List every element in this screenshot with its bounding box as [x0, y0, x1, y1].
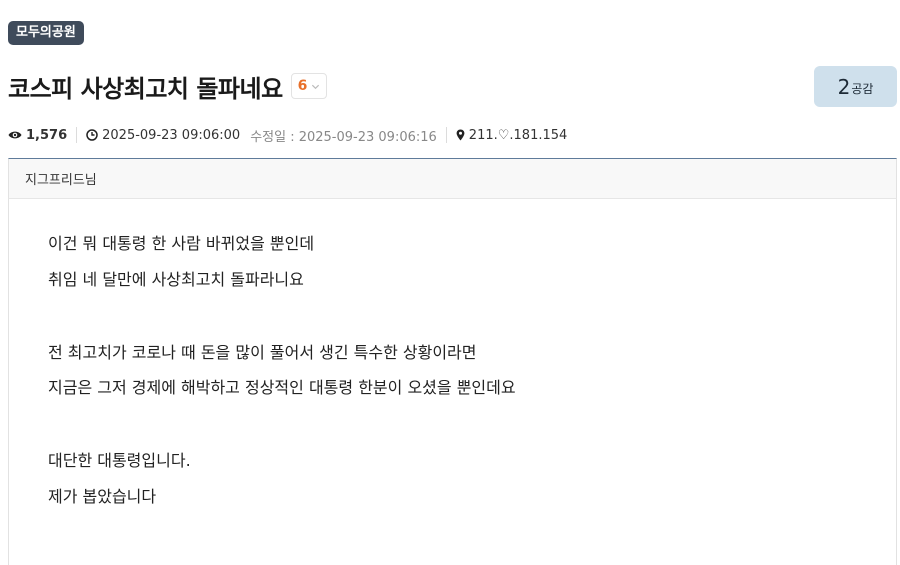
like-label: 공감: [851, 82, 874, 96]
post-line: 대단한 대통령입니다.: [48, 451, 191, 470]
post-line: 지금은 그저 경제에 해박하고 정상적인 대통령 한분이 오셨을 뿐인데요: [48, 378, 516, 397]
view-count: 1,576: [8, 128, 67, 143]
post-line: 취임 네 달만에 사상최고치 돌파라니요: [48, 270, 304, 289]
post-line: 이건 뭐 대통령 한 사람 바뀌었을 뿐인데: [48, 234, 315, 253]
post-line: 제가 봅았습니다: [48, 487, 157, 506]
meta-divider: [76, 127, 78, 143]
board-name-badge[interactable]: 모두의공원: [8, 21, 84, 45]
modified-date: 수정일 : 2025-09-23 09:06:16: [250, 129, 437, 145]
author-ip: 211.♡.181.154: [456, 127, 568, 143]
post-title-row: 코스피 사상최고치 돌파네요 6: [8, 66, 328, 106]
view-count-value: 1,576: [26, 127, 68, 143]
comment-count-button[interactable]: 6: [290, 73, 328, 99]
author-bar: 지그프리드님: [8, 158, 897, 199]
eye-icon: [8, 131, 22, 139]
post-date-value: 2025-09-23 09:06:00: [102, 127, 241, 143]
post-title: 코스피 사상최고치 돌파네요: [8, 74, 283, 103]
author-nickname[interactable]: 지그프리드님: [25, 169, 97, 188]
like-button[interactable]: 2 공감: [814, 66, 897, 107]
like-count: 2: [837, 74, 851, 99]
post-content: 이건 뭐 대통령 한 사람 바뀌었을 뿐인데 취임 네 달만에 사상최고치 돌파…: [8, 199, 897, 565]
clock-icon: [86, 129, 98, 141]
comment-count: 6: [297, 78, 308, 94]
map-pin-icon: [456, 129, 465, 141]
author-ip-value: 211.♡.181.154: [468, 127, 568, 143]
post-meta: 1,576 2025-09-23 09:06:00 수정일 : 2025-09-…: [8, 126, 568, 145]
meta-divider: [445, 127, 447, 143]
post-line: 전 최고치가 코로나 때 돈을 많이 풀어서 생긴 특수한 상황이라면: [48, 343, 477, 362]
post-date: 2025-09-23 09:06:00: [86, 128, 240, 143]
chevron-down-icon: [312, 84, 320, 89]
